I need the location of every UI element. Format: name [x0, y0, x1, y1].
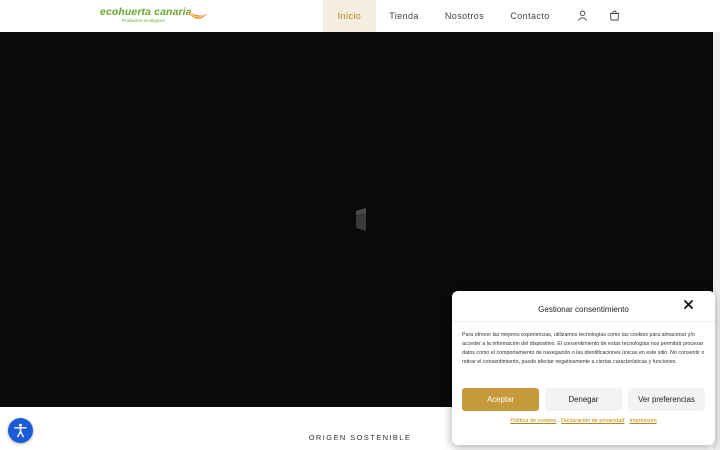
divider: [452, 321, 715, 322]
consent-text: Para ofrecer las mejores experiencias, u…: [462, 332, 705, 365]
logo-text: ecohuerta canaria: [100, 6, 192, 18]
consent-links: Política de cookies Declaración de priva…: [452, 418, 715, 424]
consent-title: Gestionar consentimiento: [538, 305, 629, 314]
orange-slice-icon: [187, 11, 207, 19]
site-header: ecohuerta canaria Productos ecológicos I…: [0, 0, 720, 32]
accessibility-button[interactable]: [8, 418, 33, 443]
close-icon: [683, 299, 693, 309]
nav-contacto[interactable]: Contacto: [497, 0, 563, 32]
section-title: ORIGEN SOSTENIBLE: [308, 433, 412, 442]
main-nav: Inicio Tienda Nosotros Contacto: [323, 0, 563, 32]
logo-tagline: Productos ecológicos: [122, 18, 165, 23]
nav-nosotros[interactable]: Nosotros: [432, 0, 497, 32]
privacy-statement-link[interactable]: Declaración de privacidad: [561, 418, 624, 424]
logo[interactable]: ecohuerta canaria Productos ecológicos: [100, 6, 210, 26]
impressum-link[interactable]: Impressum: [629, 418, 656, 424]
logo-part-eco: eco: [100, 6, 119, 18]
nav-tienda[interactable]: Tienda: [376, 0, 432, 32]
logo-part-huerta: huerta: [118, 6, 152, 18]
video-loading-icon: [356, 208, 366, 231]
accessibility-icon: [14, 423, 27, 438]
user-icon[interactable]: [577, 10, 588, 21]
nav-inicio[interactable]: Inicio: [323, 0, 376, 32]
shopping-bag-icon[interactable]: [609, 10, 620, 21]
cookie-policy-link[interactable]: Política de cookies: [510, 418, 556, 424]
accept-button[interactable]: Aceptar: [462, 388, 539, 411]
deny-button[interactable]: Denegar: [545, 388, 622, 411]
consent-dialog: Gestionar consentimiento Para ofrecer la…: [452, 291, 715, 445]
preferences-button[interactable]: Ver preferencias: [628, 388, 705, 411]
close-button[interactable]: [681, 297, 695, 311]
